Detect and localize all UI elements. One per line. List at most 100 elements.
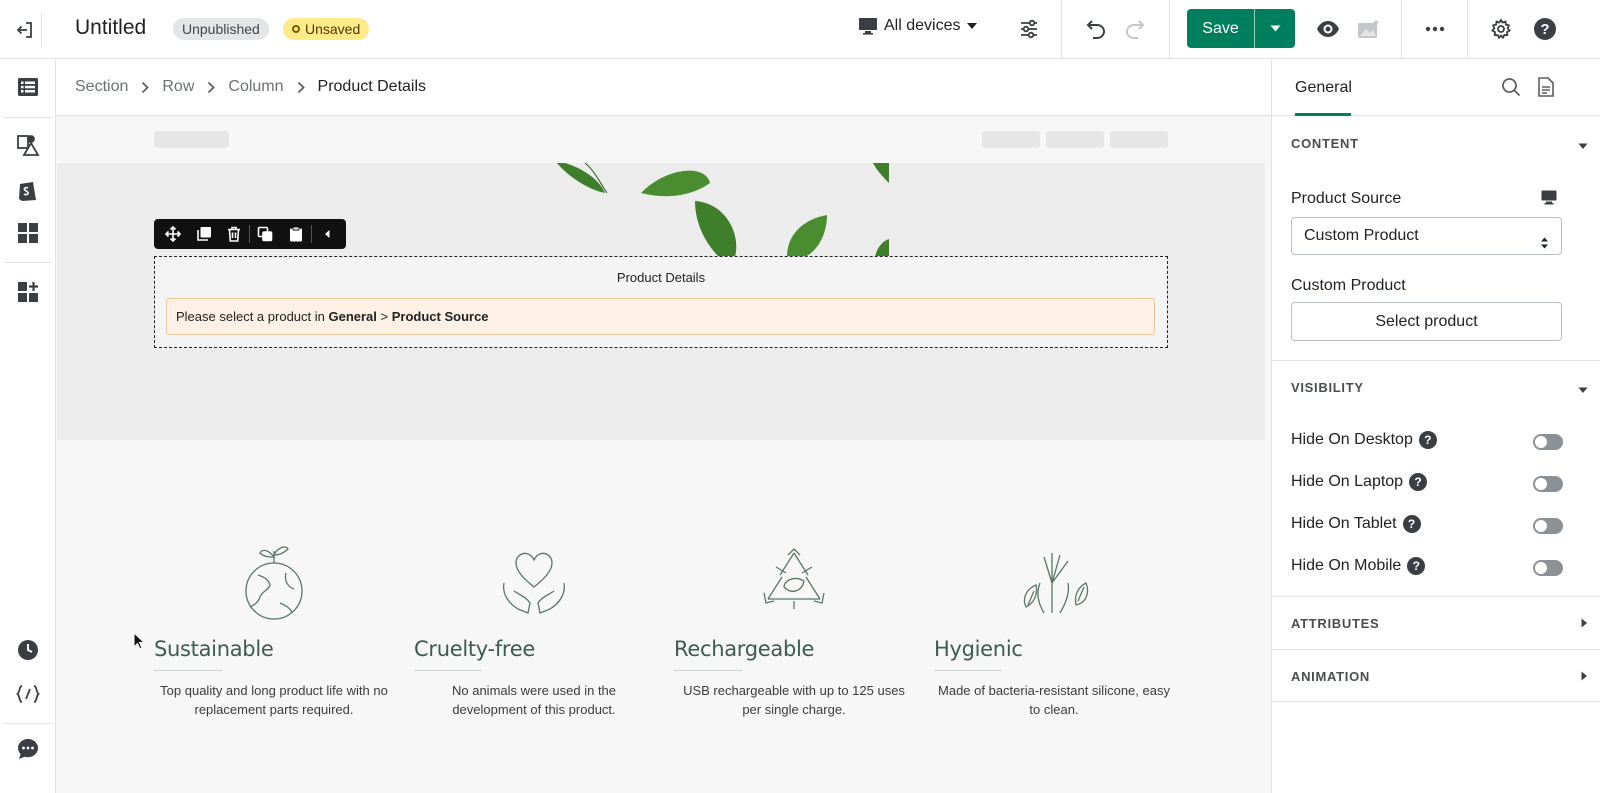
- feature-rechargeable: Rechargeable USB rechargeable with up to…: [674, 543, 914, 719]
- skeleton-logo: [154, 131, 229, 148]
- caret-right-icon[interactable]: [1581, 615, 1588, 633]
- svg-text:?: ?: [1540, 21, 1549, 38]
- globe-leaf-icon: [154, 543, 394, 621]
- help-icon[interactable]: ?: [1402, 515, 1421, 533]
- hide-on-desktop-toggle[interactable]: [1533, 434, 1563, 450]
- skeleton-nav-item: [1110, 131, 1168, 148]
- undo-button[interactable]: [1079, 12, 1113, 46]
- device-selector-label: All devices: [884, 17, 961, 34]
- device-selector[interactable]: All devices: [858, 17, 978, 35]
- hide-on-tablet-toggle[interactable]: [1533, 518, 1563, 534]
- status-badge-unpublished: Unpublished: [173, 18, 269, 40]
- hide-on-mobile-row: Hide On Mobile?: [1291, 557, 1563, 581]
- rail-add-app-button[interactable]: [11, 275, 45, 309]
- chevron-right-icon: [141, 81, 150, 94]
- custom-product-label: Custom Product: [1291, 277, 1406, 294]
- page-settings-button[interactable]: [1484, 12, 1518, 46]
- caret-left-icon: [324, 230, 330, 238]
- panel-search-button[interactable]: [1501, 77, 1521, 102]
- duplicate-button[interactable]: [188, 219, 218, 249]
- top-bar: Untitled Unpublished Unsaved All devices…: [0, 0, 1600, 59]
- alert-general: General: [328, 309, 377, 324]
- preview-button[interactable]: [1311, 12, 1345, 46]
- product-source-select[interactable]: Custom Product: [1291, 217, 1562, 255]
- breadcrumb-section[interactable]: Section: [75, 78, 128, 96]
- more-actions-button[interactable]: [1418, 12, 1452, 46]
- caret-down-icon: [1270, 25, 1280, 32]
- eye-icon: [1317, 21, 1339, 37]
- select-product-alert: Please select a product in General > Pro…: [166, 298, 1155, 335]
- help-button[interactable]: ?: [1528, 12, 1562, 46]
- redo-button[interactable]: [1118, 12, 1152, 46]
- caret-down-icon[interactable]: [1578, 137, 1588, 155]
- visibility-heading[interactable]: VISIBILITY: [1291, 380, 1364, 395]
- panel-docs-button[interactable]: [1538, 77, 1554, 102]
- exit-icon: [16, 22, 32, 38]
- editor-canvas[interactable]: Product Details Please select a product …: [57, 117, 1271, 793]
- select-product-button[interactable]: Select product: [1291, 302, 1562, 341]
- feature-divider: [414, 670, 482, 671]
- rail-media-button[interactable]: [11, 129, 45, 163]
- product-details-element[interactable]: Product Details Please select a product …: [154, 256, 1168, 348]
- recycle-icon: [674, 543, 914, 621]
- document-icon: [1538, 77, 1554, 97]
- collapse-toolbar-button[interactable]: [312, 219, 342, 249]
- breadcrumb-product-details: Product Details: [317, 78, 427, 95]
- rail-sections-button[interactable]: [11, 216, 45, 250]
- desktop-icon: [859, 18, 877, 35]
- rail-code-button[interactable]: [11, 677, 45, 711]
- animation-heading[interactable]: ANIMATION: [1291, 669, 1370, 684]
- hide-on-laptop-toggle[interactable]: [1533, 476, 1563, 492]
- paste-style-button[interactable]: [280, 219, 310, 249]
- status-badge-unsaved: Unsaved: [283, 18, 370, 40]
- list-icon: [18, 78, 38, 96]
- feature-cruelty-free: Cruelty-free No animals were used in the…: [414, 543, 654, 719]
- save-options-button[interactable]: [1255, 9, 1295, 48]
- code-braces-icon: [16, 685, 40, 703]
- grid-plus-icon: [18, 282, 38, 302]
- copy-style-button[interactable]: [250, 219, 280, 249]
- unsaved-dot-icon: [292, 25, 300, 33]
- sliders-icon: [1021, 19, 1037, 39]
- toggle-label: Hide On Tablet: [1291, 515, 1397, 532]
- delete-button[interactable]: [219, 219, 249, 249]
- help-icon[interactable]: ?: [1407, 557, 1426, 575]
- tab-general[interactable]: General: [1295, 79, 1352, 97]
- search-icon: [1502, 78, 1521, 97]
- attributes-heading[interactable]: ATTRIBUTES: [1291, 616, 1379, 631]
- more-horizontal-icon: [1425, 26, 1445, 32]
- feature-description: USB rechargeable with up to 125 uses per…: [683, 683, 905, 717]
- leaves-image: [555, 163, 889, 257]
- caret-right-icon[interactable]: [1581, 668, 1588, 686]
- image-sparkle-icon: [1358, 19, 1380, 38]
- settings-sliders-button[interactable]: [1012, 12, 1046, 46]
- page-title: Untitled: [75, 16, 147, 39]
- rail-shopify-button[interactable]: [11, 173, 45, 207]
- trash-icon: [227, 226, 240, 242]
- product-source-label: Product Source: [1291, 190, 1402, 207]
- element-toolbar: [154, 219, 346, 249]
- save-button[interactable]: Save: [1187, 9, 1255, 48]
- thumbnail-button[interactable]: [1352, 12, 1386, 46]
- breadcrumb-row[interactable]: Row: [162, 78, 194, 96]
- exit-editor-button[interactable]: [8, 13, 42, 47]
- rail-history-button[interactable]: [11, 633, 45, 667]
- gear-icon: [1491, 18, 1511, 40]
- feature-divider: [154, 670, 222, 671]
- hide-on-mobile-toggle[interactable]: [1533, 560, 1563, 576]
- shopify-bag-icon: [19, 182, 36, 201]
- caret-down-icon[interactable]: [1578, 381, 1588, 399]
- help-icon[interactable]: ?: [1409, 473, 1428, 491]
- rail-chat-button[interactable]: [11, 732, 45, 766]
- rail-layers-button[interactable]: [11, 70, 45, 104]
- toggle-label: Hide On Desktop: [1291, 431, 1413, 448]
- panel-tabs: General: [1272, 59, 1600, 116]
- move-button[interactable]: [158, 219, 188, 249]
- help-icon[interactable]: ?: [1418, 431, 1437, 449]
- breadcrumb-column[interactable]: Column: [228, 78, 283, 96]
- feature-hygienic: Hygienic Made of bacteria-resistant sili…: [934, 543, 1174, 719]
- shapes-icon: [17, 135, 40, 156]
- content-heading[interactable]: CONTENT: [1291, 136, 1359, 151]
- responsive-desktop-icon[interactable]: [1541, 190, 1557, 210]
- clipboard-icon: [289, 226, 302, 242]
